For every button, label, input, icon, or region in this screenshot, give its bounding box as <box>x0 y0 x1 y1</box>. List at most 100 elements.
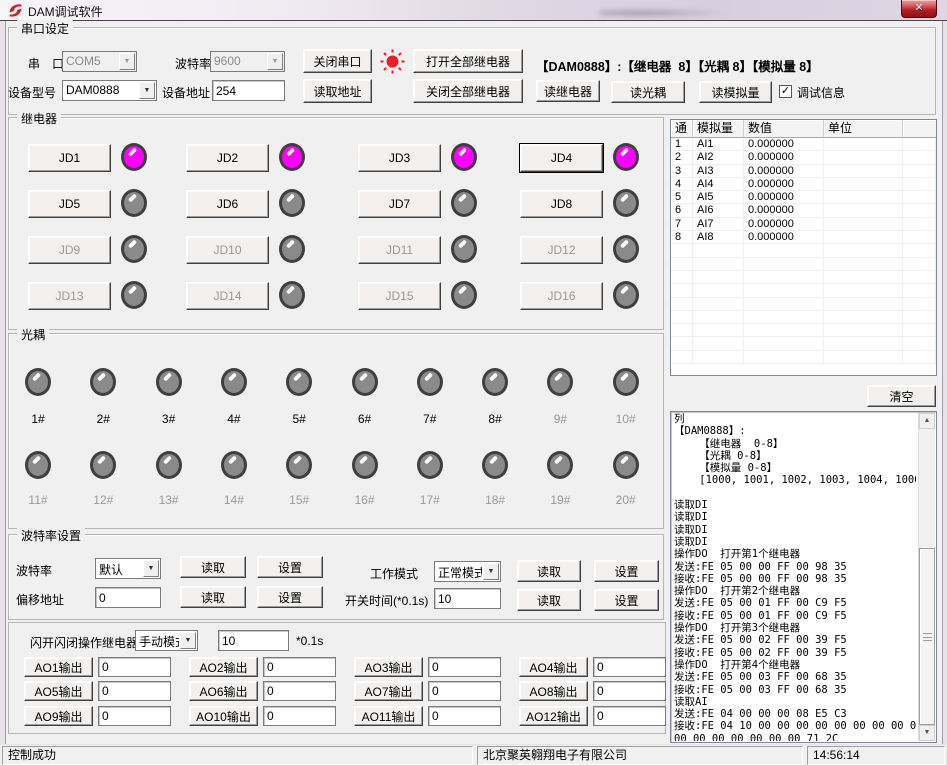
relay-button-jd14[interactable]: JD14 <box>186 282 269 310</box>
ao-output-input-11[interactable] <box>428 706 501 726</box>
opto-indicator-3 <box>156 368 182 396</box>
log-panel[interactable]: 列 【DAM0888】: 【继电器 0-8】 【光耦 0-8】 【模拟量 0-8… <box>670 411 937 743</box>
baudrate-combobox[interactable]: 默认 ▼ <box>95 558 161 579</box>
table-row[interactable]: 5AI50.000000 <box>671 191 936 204</box>
ao-output-input-12[interactable] <box>593 706 666 726</box>
table-row[interactable]: 1AI10.000000 <box>671 138 936 151</box>
column-header[interactable]: 数值 <box>744 120 824 138</box>
table-cell <box>693 337 744 350</box>
read-relay-button[interactable]: 读继电器 <box>536 80 600 102</box>
device-addr-input[interactable] <box>212 80 285 101</box>
chevron-down-icon[interactable]: ▼ <box>143 560 159 577</box>
relay-button-jd10[interactable]: JD10 <box>186 236 269 264</box>
close-all-relays-button[interactable]: 关闭全部继电器 <box>413 79 523 103</box>
opto-label-15: 15# <box>279 493 319 507</box>
ao-output-button-8[interactable]: AO8输出 <box>519 681 588 701</box>
ao-output-button-3[interactable]: AO3输出 <box>354 657 423 677</box>
relay-button-jd7[interactable]: JD7 <box>358 190 441 218</box>
ao-output-input-9[interactable] <box>98 706 171 726</box>
chevron-down-icon[interactable]: ▼ <box>483 563 499 580</box>
switch-read-button[interactable]: 读取 <box>517 589 581 611</box>
ao-output-button-5[interactable]: AO5输出 <box>24 681 93 701</box>
switch-set-button[interactable]: 设置 <box>594 589 659 611</box>
scroll-down-icon[interactable]: ▼ <box>919 725 935 741</box>
table-cell <box>824 165 903 178</box>
table-row[interactable]: 3AI30.000000 <box>671 165 936 178</box>
baud-combobox[interactable]: 9600 ▼ <box>210 51 285 72</box>
workmode-set-button[interactable]: 设置 <box>594 560 659 582</box>
relay-button-jd12[interactable]: JD12 <box>520 236 603 264</box>
scrollbar-thumb[interactable] <box>919 548 935 725</box>
table-row[interactable]: 7AI70.000000 <box>671 218 936 231</box>
ao-output-input-6[interactable] <box>263 681 336 701</box>
log-scrollbar[interactable]: ▲ ▼ <box>918 413 935 741</box>
workmode-combobox[interactable]: 正常模式 ▼ <box>434 561 501 582</box>
column-header[interactable] <box>903 120 936 138</box>
ao-output-button-11[interactable]: AO11输出 <box>354 706 423 726</box>
open-all-relays-button[interactable]: 打开全部继电器 <box>413 49 523 73</box>
scroll-up-icon[interactable]: ▲ <box>919 413 935 429</box>
read-addr-button[interactable]: 读取地址 <box>303 79 372 103</box>
relay-button-jd13[interactable]: JD13 <box>28 282 111 310</box>
relay-button-jd8[interactable]: JD8 <box>520 190 603 218</box>
offset-read-button[interactable]: 读取 <box>180 586 246 608</box>
close-button[interactable]: ✕ <box>901 0 937 18</box>
flash-time-input[interactable] <box>218 630 289 651</box>
relay-button-jd6[interactable]: JD6 <box>186 190 269 218</box>
ao-output-input-2[interactable] <box>263 657 336 677</box>
device-model-combobox[interactable]: DAM0888 ▼ <box>62 80 157 101</box>
ao-output-input-10[interactable] <box>263 706 336 726</box>
ao-output-button-10[interactable]: AO10输出 <box>189 706 258 726</box>
ao-output-input-3[interactable] <box>428 657 501 677</box>
chevron-down-icon[interactable]: ▼ <box>267 53 283 70</box>
table-cell: AI1 <box>693 138 744 151</box>
offset-addr-input[interactable] <box>95 587 161 608</box>
ao-output-input-5[interactable] <box>98 681 171 701</box>
relay-button-jd11[interactable]: JD11 <box>358 236 441 264</box>
column-header[interactable]: 模拟量 <box>693 120 744 138</box>
close-port-button[interactable]: 关闭串口 <box>303 49 372 73</box>
opto-indicator-8 <box>482 368 508 396</box>
port-combobox[interactable]: COM5 ▼ <box>62 51 137 72</box>
relay-button-jd3[interactable]: JD3 <box>358 144 441 172</box>
baudrate-read-button[interactable]: 读取 <box>180 556 246 578</box>
workmode-read-button[interactable]: 读取 <box>517 560 581 582</box>
relay-button-jd5[interactable]: JD5 <box>28 190 111 218</box>
chevron-down-icon[interactable]: ▼ <box>139 82 155 99</box>
table-cell <box>744 337 824 350</box>
ao-output-button-4[interactable]: AO4输出 <box>519 657 588 677</box>
relay-button-jd16[interactable]: JD16 <box>520 282 603 310</box>
ao-output-button-12[interactable]: AO12输出 <box>519 706 588 726</box>
column-header[interactable]: 单位 <box>824 120 903 138</box>
table-row[interactable]: 4AI40.000000 <box>671 178 936 191</box>
ao-output-button-7[interactable]: AO7输出 <box>354 681 423 701</box>
clear-log-button[interactable]: 清空 <box>867 385 936 407</box>
ao-output-button-6[interactable]: AO6输出 <box>189 681 258 701</box>
ao-output-input-8[interactable] <box>593 681 666 701</box>
relay-button-jd2[interactable]: JD2 <box>186 144 269 172</box>
table-row[interactable]: 8AI80.000000 <box>671 231 936 244</box>
ao-output-button-9[interactable]: AO9输出 <box>24 706 93 726</box>
read-analog-button[interactable]: 读模拟量 <box>699 81 772 103</box>
relay-button-jd4[interactable]: JD4 <box>520 144 603 172</box>
switch-time-input[interactable] <box>434 588 501 609</box>
ao-output-button-2[interactable]: AO2输出 <box>189 657 258 677</box>
relay-button-jd15[interactable]: JD15 <box>358 282 441 310</box>
ao-output-input-4[interactable] <box>593 657 666 677</box>
ao-output-button-1[interactable]: AO1输出 <box>24 657 93 677</box>
column-header[interactable]: 通 <box>671 120 693 138</box>
relay-button-jd9[interactable]: JD9 <box>28 236 111 264</box>
table-row[interactable]: 6AI60.000000 <box>671 204 936 217</box>
app-window: DAM调试软件 ✕ 串口设定 串 口 COM5 ▼ 波特率 9600 ▼ 关闭串… <box>0 0 947 765</box>
read-opto-button[interactable]: 读光耦 <box>611 81 685 103</box>
flash-mode-combobox[interactable]: 手动模式 ▼ <box>135 630 198 651</box>
chevron-down-icon[interactable]: ▼ <box>119 53 135 70</box>
baudrate-set-button[interactable]: 设置 <box>257 556 323 578</box>
ao-output-input-1[interactable] <box>98 657 171 677</box>
table-row[interactable]: 2AI20.000000 <box>671 151 936 164</box>
debug-info-checkbox[interactable]: ✓ <box>779 85 792 98</box>
relay-button-jd1[interactable]: JD1 <box>28 144 111 172</box>
offset-set-button[interactable]: 设置 <box>257 586 323 608</box>
ao-output-input-7[interactable] <box>428 681 501 701</box>
chevron-down-icon[interactable]: ▼ <box>180 632 196 649</box>
